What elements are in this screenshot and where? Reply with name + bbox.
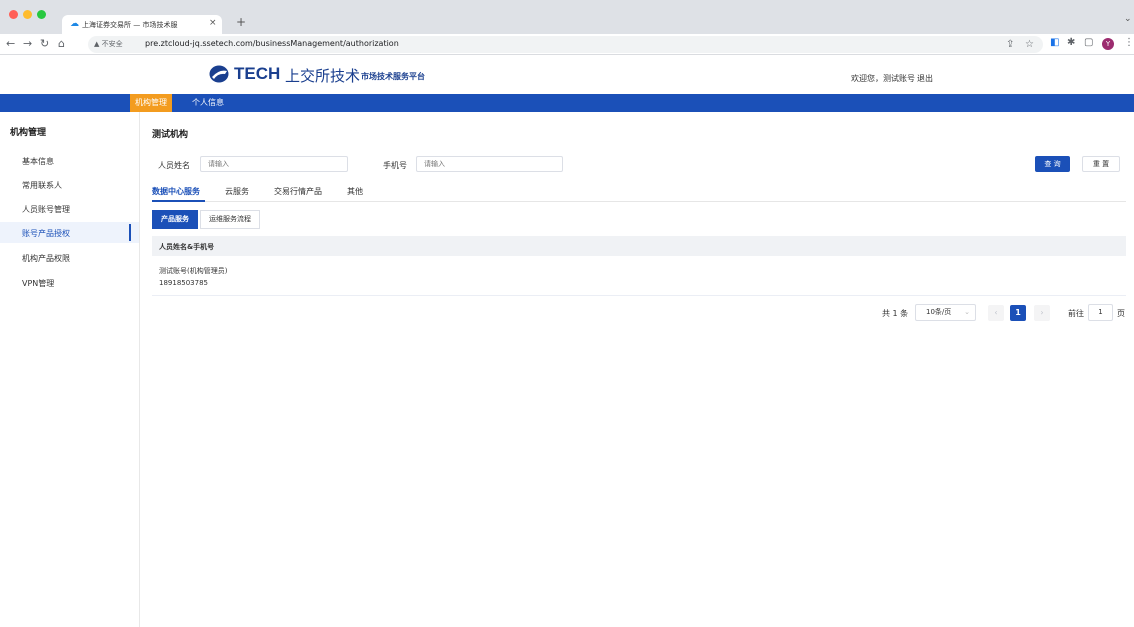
service-tabs: 数据中心服务 云服务 交易行情产品 其他 — [152, 182, 1126, 202]
row-person-name: 测试账号(机构管理员) — [159, 267, 228, 275]
nav-item-personal-info[interactable]: 个人信息 — [192, 94, 224, 112]
profile-avatar[interactable]: Y — [1102, 38, 1114, 50]
sidebar: 机构管理 基本信息 常用联系人 人员账号管理 账号产品授权 机构产品权限 VPN… — [0, 112, 140, 627]
extensions-puzzle-icon[interactable]: ✱ — [1067, 37, 1075, 48]
share-icon[interactable]: ⇪ — [1006, 39, 1014, 50]
platform-title: 市场技术服务平台 — [361, 72, 425, 81]
page-number-button[interactable]: 1 — [1010, 305, 1026, 321]
main-nav: 机构管理 个人信息 — [0, 94, 1134, 112]
site-header: TECH 上交所技术 市场技术服务平台 欢迎您，测试账号 退出 — [0, 56, 1134, 94]
sidebar-item-accounts[interactable]: 人员账号管理 — [0, 198, 139, 219]
tab-other[interactable]: 其他 — [347, 186, 363, 197]
minimize-window-button[interactable] — [23, 10, 32, 19]
segment-ops-service-process[interactable]: 运维服务流程 — [200, 210, 260, 229]
maximize-window-button[interactable] — [37, 10, 46, 19]
extension-icon[interactable]: ◧ — [1050, 37, 1059, 48]
sidebar-title: 机构管理 — [10, 128, 47, 138]
table-row[interactable]: 测试账号(机构管理员) 18918503785 — [152, 258, 1126, 296]
phone-search-input[interactable] — [416, 156, 563, 172]
address-bar[interactable]: ▲ 不安全 pre.ztcloud-jq.ssetech.com/busines… — [88, 36, 1043, 53]
goto-unit-label: 页 — [1117, 309, 1125, 318]
browser-tab-bar: ☁ 上海证券交易所 — 市场技术服 × + ⌄ — [0, 0, 1134, 34]
side-panel-icon[interactable]: ▢ — [1084, 37, 1093, 48]
sidebar-item-label: 机构产品权限 — [22, 254, 70, 263]
home-icon[interactable]: ⌂ — [58, 37, 65, 50]
browser-tab[interactable]: ☁ 上海证券交易所 — 市场技术服 × — [62, 15, 222, 34]
browser-toolbar: ← → ↻ ⌂ ▲ 不安全 pre.ztcloud-jq.ssetech.com… — [0, 34, 1134, 55]
name-filter-label: 人员姓名 — [158, 161, 190, 170]
forward-arrow-icon[interactable]: → — [23, 37, 32, 50]
sidebar-item-label: VPN管理 — [22, 279, 55, 288]
page-title: 测试机构 — [152, 130, 189, 140]
welcome-text: 欢迎您，测试账号 — [851, 74, 915, 83]
page-size-select[interactable]: 10条/页 ⌄ — [915, 304, 976, 321]
close-tab-icon[interactable]: × — [209, 18, 217, 28]
next-page-button[interactable]: › — [1034, 305, 1050, 321]
pagination-total: 共 1 条 — [882, 309, 909, 318]
page-size-value: 10条/页 — [926, 308, 952, 316]
tab-data-center-service[interactable]: 数据中心服务 — [152, 186, 200, 197]
sidebar-item-basic-info[interactable]: 基本信息 — [0, 150, 139, 171]
site-favicon-icon: ☁ — [70, 19, 79, 29]
url-text[interactable]: pre.ztcloud-jq.ssetech.com/businessManag… — [145, 39, 399, 48]
name-search-input[interactable] — [200, 156, 348, 172]
chevron-down-icon: ⌄ — [964, 308, 970, 316]
goto-page-input[interactable]: 1 — [1088, 304, 1113, 321]
sidebar-item-label: 账号产品授权 — [22, 229, 70, 238]
sidebar-item-label: 常用联系人 — [22, 181, 62, 190]
tab-cloud-service[interactable]: 云服务 — [225, 186, 249, 197]
tab-title: 上海证券交易所 — 市场技术服 — [82, 21, 178, 29]
close-window-button[interactable] — [9, 10, 18, 19]
sidebar-item-label: 人员账号管理 — [22, 205, 70, 214]
bookmark-star-icon[interactable]: ☆ — [1025, 39, 1034, 50]
active-tab-indicator — [152, 200, 205, 202]
row-phone-number: 18918503785 — [159, 279, 208, 287]
segment-product-service[interactable]: 产品服务 — [152, 210, 198, 229]
prev-page-button[interactable]: ‹ — [988, 305, 1004, 321]
browser-menu-icon[interactable]: ⋮ — [1124, 37, 1134, 48]
phone-filter-label: 手机号 — [383, 161, 407, 170]
logout-link[interactable]: 退出 — [917, 73, 933, 84]
back-arrow-icon[interactable]: ← — [6, 37, 15, 50]
sidebar-item-org-product-permissions[interactable]: 机构产品权限 — [0, 247, 139, 268]
tab-search-chevron-icon[interactable]: ⌄ — [1124, 14, 1132, 24]
sidebar-item-label: 基本信息 — [22, 157, 54, 166]
table-header: 人员姓名&手机号 — [152, 236, 1126, 256]
tab-market-data-products[interactable]: 交易行情产品 — [274, 186, 322, 197]
column-header-name-phone: 人员姓名&手机号 — [159, 243, 215, 251]
new-tab-icon[interactable]: + — [236, 15, 246, 29]
sidebar-item-product-authorization[interactable]: 账号产品授权 — [0, 222, 139, 243]
not-secure-indicator[interactable]: ▲ 不安全 — [94, 39, 123, 49]
nav-item-org-management[interactable]: 机构管理 — [130, 94, 172, 112]
sidebar-item-contacts[interactable]: 常用联系人 — [0, 174, 139, 195]
logo-mark-icon — [209, 65, 229, 83]
logo-chinese-text[interactable]: 上交所技术 — [285, 65, 360, 86]
query-button[interactable]: 查 询 — [1035, 156, 1070, 172]
reload-icon[interactable]: ↻ — [40, 37, 49, 50]
sidebar-item-vpn[interactable]: VPN管理 — [0, 272, 139, 293]
goto-label: 前往 — [1068, 309, 1084, 318]
logo-text[interactable]: TECH — [234, 64, 280, 84]
reset-button[interactable]: 重 置 — [1082, 156, 1120, 172]
